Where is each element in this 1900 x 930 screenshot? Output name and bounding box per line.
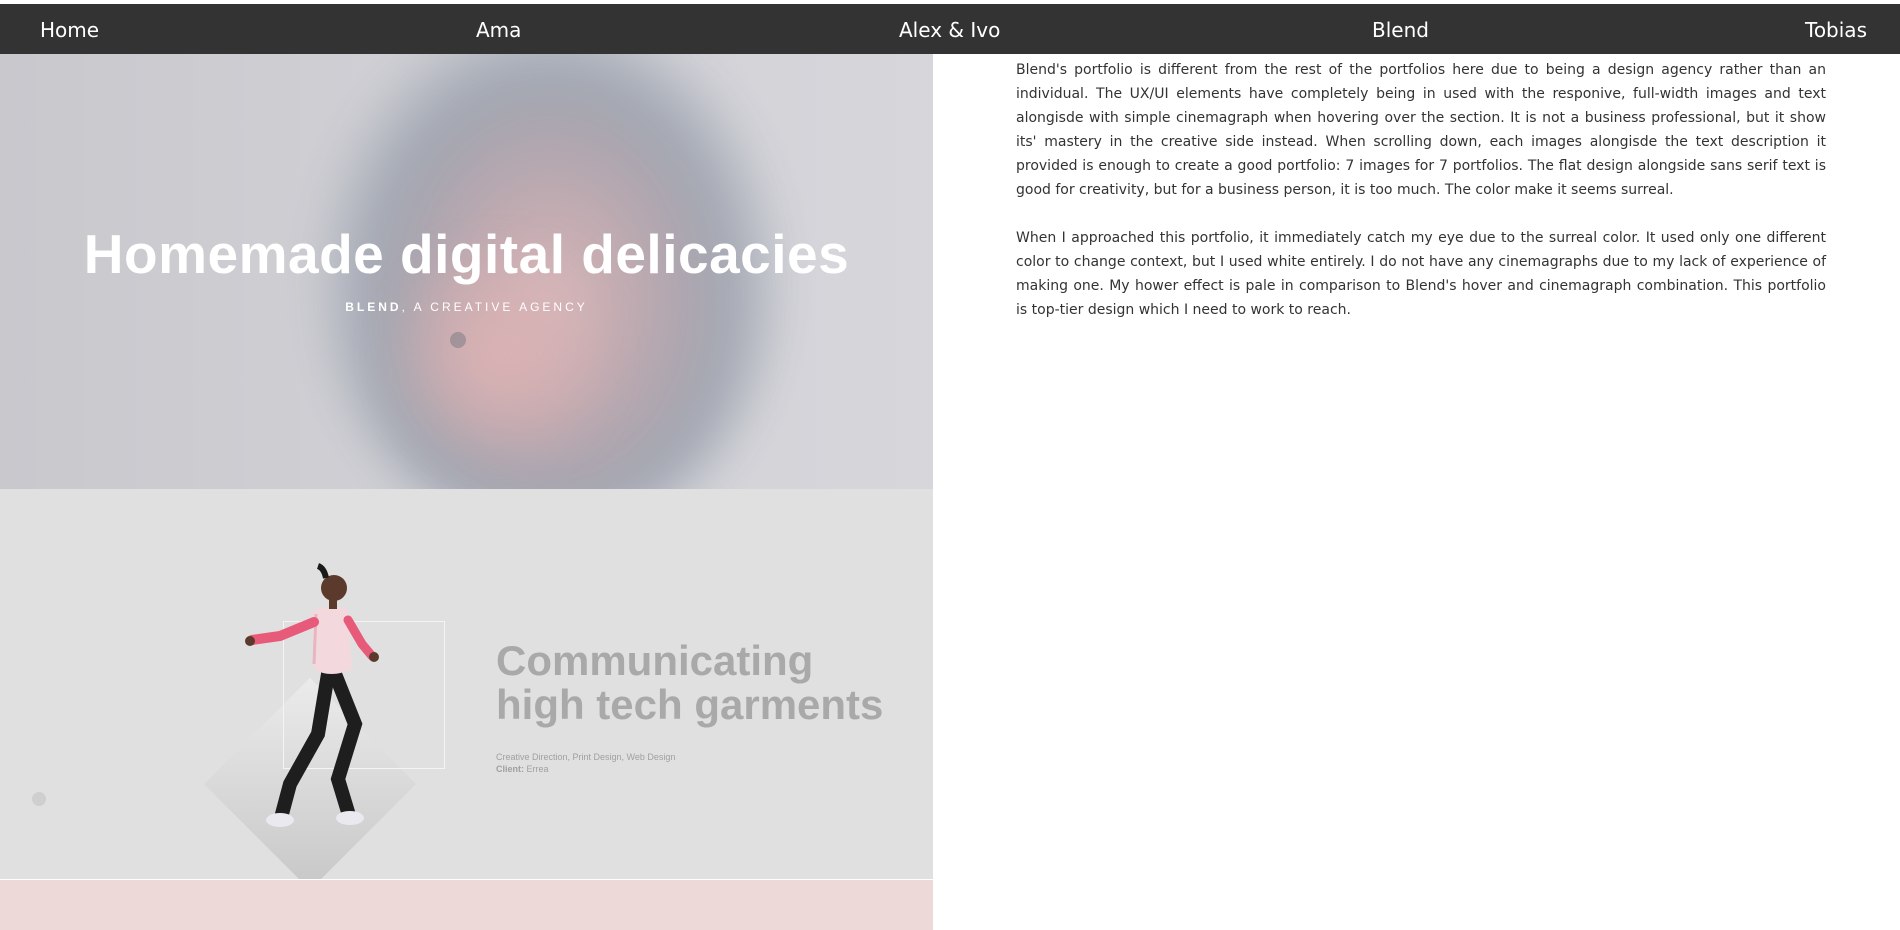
article-paragraph-1: Blend's portfolio is different from the …	[1016, 62, 1826, 198]
article-text: Blend's portfolio is different from the …	[1016, 58, 1826, 346]
runner-image	[245, 563, 379, 827]
nav-tobias-link[interactable]: Tobias	[1805, 18, 1867, 42]
grey-dot	[32, 792, 46, 806]
garment-meta: Creative Direction, Print Design, Web De…	[496, 751, 675, 775]
nav-alex-ivo-link[interactable]: Alex & Ivo	[899, 18, 1000, 42]
hero-subtitle: BLEND, A CREATIVE AGENCY	[0, 300, 933, 314]
garment-client-value: Errea	[526, 764, 549, 774]
cursor-dot	[450, 332, 466, 348]
hero-subtitle-rest: , A CREATIVE AGENCY	[401, 300, 588, 314]
nav-ama-link[interactable]: Ama	[476, 18, 521, 42]
next-section-preview	[0, 880, 933, 930]
garment-title-line1: Communicating	[496, 637, 814, 684]
nav-home-link[interactable]: Home	[40, 18, 99, 42]
portfolio-screenshot: Homemade digital delicacies BLEND, A CRE…	[0, 54, 933, 930]
hero-section: Homemade digital delicacies BLEND, A CRE…	[0, 54, 933, 489]
hero-title: Homemade digital delicacies	[83, 223, 850, 285]
garment-services: Creative Direction, Print Design, Web De…	[496, 752, 676, 762]
hero-subtitle-brand: BLEND	[345, 300, 402, 314]
top-nav: Home Ama Alex & Ivo Blend Tobias	[0, 4, 1900, 54]
garment-client-label: Client:	[496, 764, 524, 774]
garment-title: Communicating high tech garments	[496, 639, 883, 727]
garment-title-line2: high tech garments	[496, 681, 884, 728]
garment-section: Communicating high tech garments Creativ…	[0, 489, 933, 879]
nav-blend-link[interactable]: Blend	[1372, 18, 1429, 42]
garment-client: Client: Errea	[496, 763, 675, 775]
article-paragraph-2: When I approached this portfolio, it imm…	[1016, 230, 1826, 318]
